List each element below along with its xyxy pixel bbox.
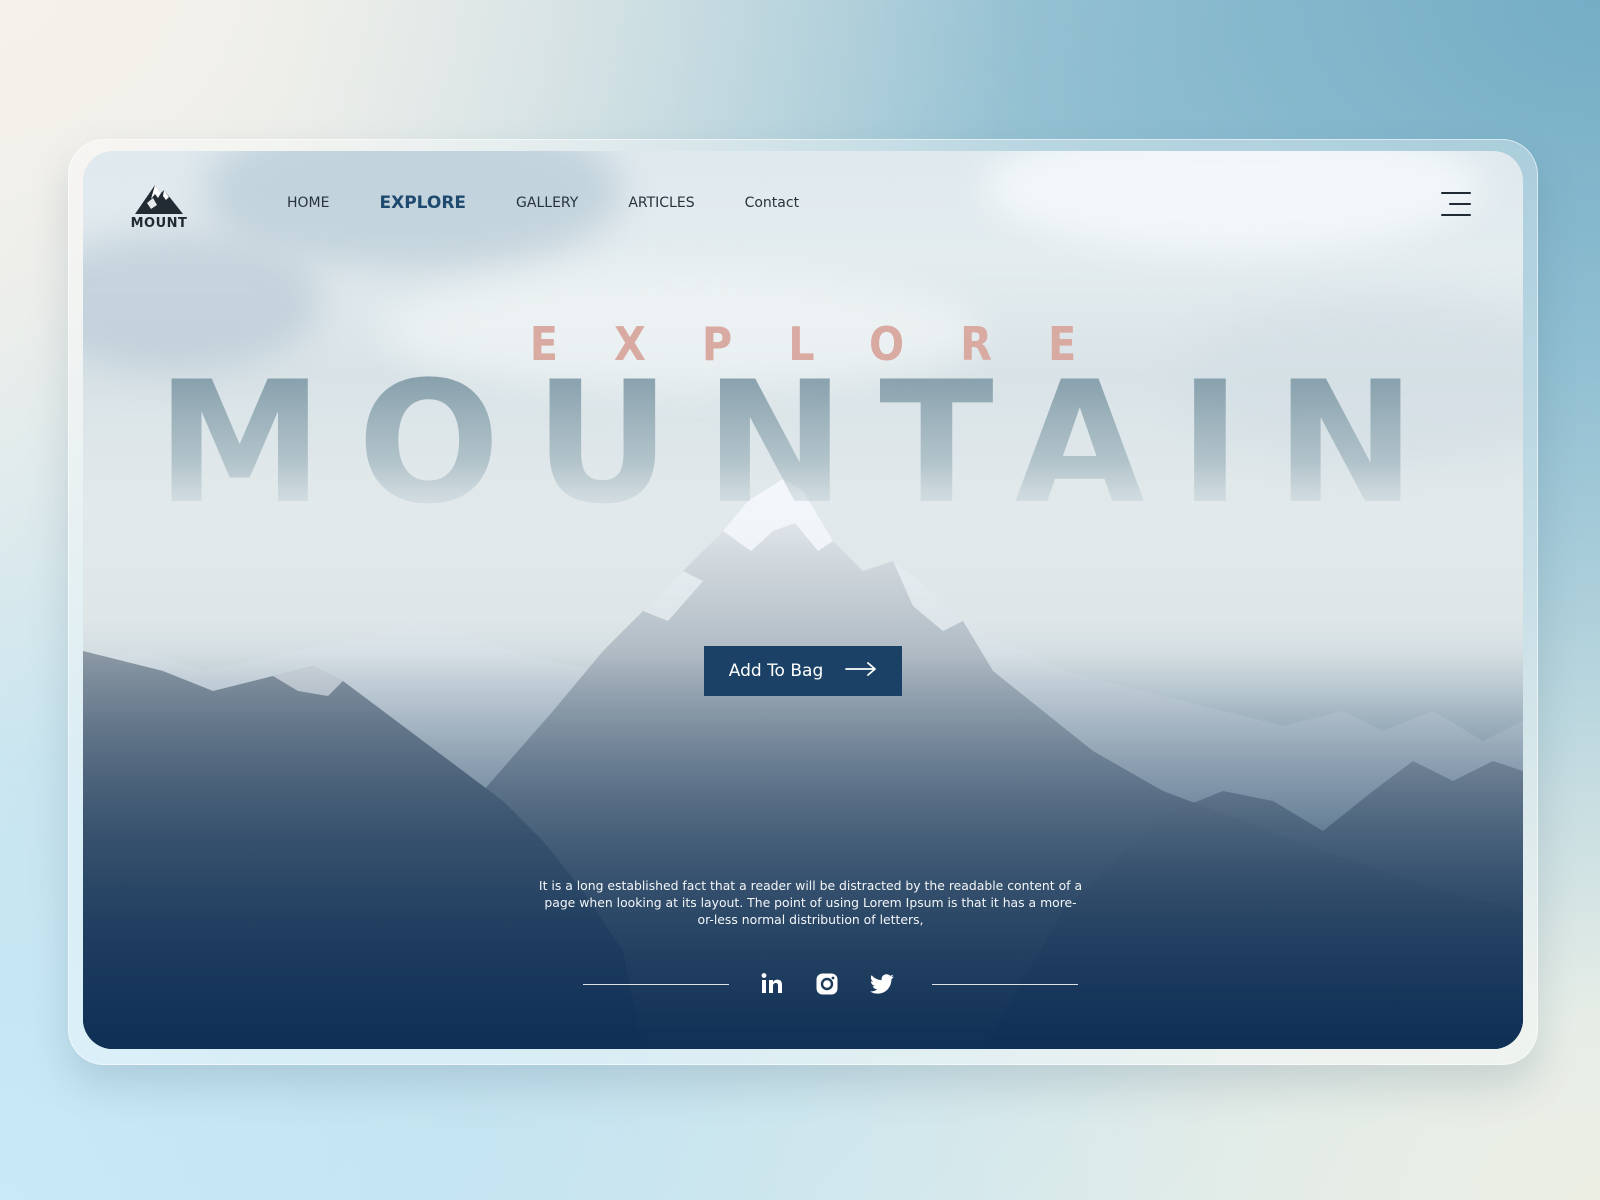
brand-name: MOUNT (130, 216, 188, 231)
nav-item-articles[interactable]: ARTICLES (628, 195, 694, 211)
add-to-bag-button[interactable]: Add To Bag (704, 646, 902, 696)
main-navigation: HOME EXPLORE GALLERY ARTICLES Contact (287, 193, 849, 213)
add-to-bag-label: Add To Bag (728, 661, 824, 681)
instagram-icon[interactable] (814, 971, 840, 997)
hero-headline: MOUNTAIN (83, 363, 1523, 513)
hero-description: It is a long established fact that a rea… (538, 878, 1083, 927)
brand-logo[interactable]: MOUNT (129, 181, 189, 237)
nav-item-explore[interactable]: EXPLORE (379, 193, 466, 213)
mountain-peak-icon (135, 185, 183, 214)
nav-item-home[interactable]: HOME (287, 195, 329, 211)
twitter-icon[interactable] (869, 971, 895, 997)
divider-right (932, 984, 1078, 985)
social-links (83, 969, 1523, 999)
hero-section: MOUNT HOME EXPLORE GALLERY ARTICLES Cont… (83, 151, 1523, 1049)
divider-left (583, 984, 729, 985)
hamburger-menu-icon[interactable] (1441, 191, 1471, 217)
hero-headline-text: MOUNTAIN (156, 363, 1450, 513)
linkedin-icon[interactable] (759, 971, 785, 997)
nav-item-gallery[interactable]: GALLERY (516, 195, 578, 211)
nav-item-contact[interactable]: Contact (745, 195, 799, 211)
arrow-right-icon (845, 661, 877, 681)
